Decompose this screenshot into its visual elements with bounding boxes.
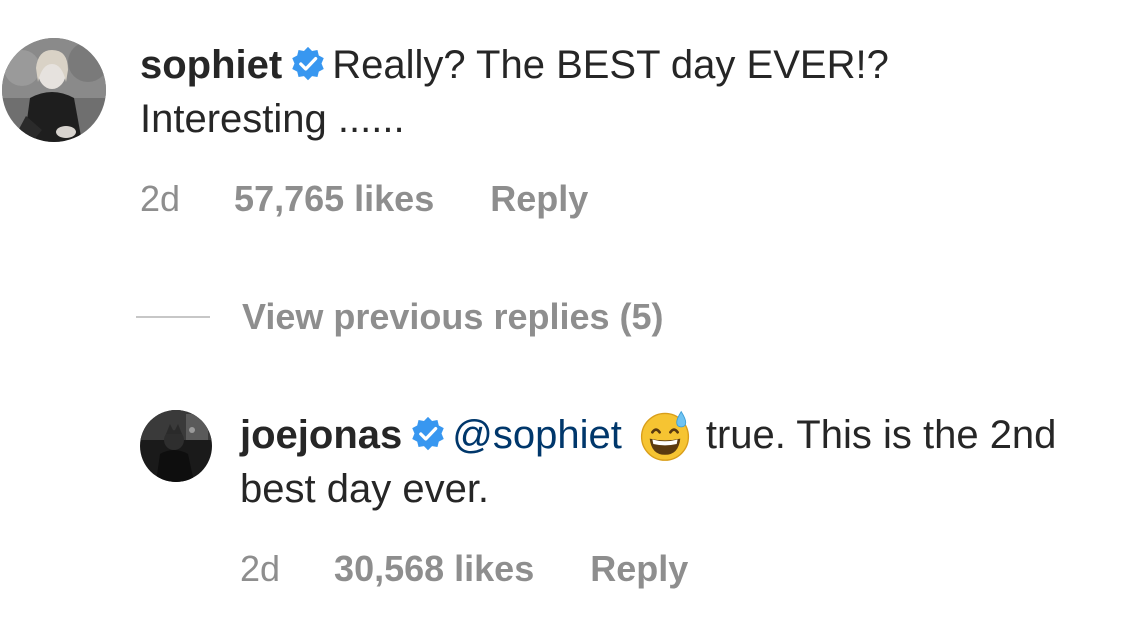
timestamp: 2d: [240, 548, 281, 589]
reply-button[interactable]: Reply: [490, 178, 588, 220]
avatar-image: [2, 38, 106, 142]
username[interactable]: sophiet: [140, 43, 282, 87]
avatar-sophiet[interactable]: [2, 38, 106, 142]
grinning-sweat-emoji-icon: [640, 410, 689, 461]
mention-link[interactable]: @sophiet: [452, 413, 622, 457]
likes-count[interactable]: 30,568 likes: [334, 548, 534, 590]
view-previous-replies[interactable]: View previous replies (5): [136, 296, 664, 338]
verified-badge-icon: [292, 46, 324, 81]
reply-button[interactable]: Reply: [590, 548, 688, 590]
comment-text: joejonas @sophiet true. This is the 2nd …: [240, 408, 1120, 516]
username[interactable]: joejonas: [240, 413, 402, 457]
verified-badge-icon: [412, 416, 445, 451]
comment-meta: 2d 57,765 likes Reply: [140, 176, 1020, 222]
comment-text: sophiet Really? The BEST day EVER!? Inte…: [140, 38, 1020, 146]
comment-meta: 2d 30,568 likes Reply: [240, 546, 1120, 592]
comment-sophiet: sophiet Really? The BEST day EVER!? Inte…: [0, 38, 1020, 222]
avatar-image: [140, 410, 212, 482]
likes-count[interactable]: 57,765 likes: [234, 178, 434, 220]
timestamp: 2d: [140, 178, 181, 219]
divider-line: [136, 316, 210, 318]
avatar-joejonas[interactable]: [140, 410, 212, 482]
view-previous-label[interactable]: View previous replies (5): [242, 296, 664, 338]
comment-joejonas: joejonas @sophiet true. This is the 2nd …: [136, 408, 1120, 592]
